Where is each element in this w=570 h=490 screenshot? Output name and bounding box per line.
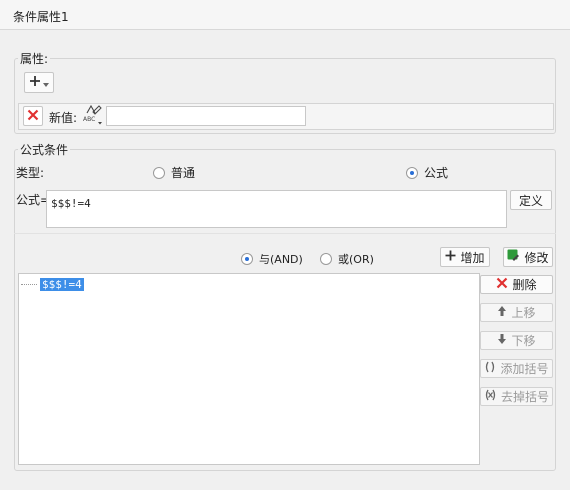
remove-bracket-label: 去掉括号 xyxy=(500,390,549,404)
divider xyxy=(14,233,556,234)
dropdown-arrow-icon xyxy=(43,76,49,90)
move-up-button[interactable]: 上移 xyxy=(480,303,553,322)
tree-line xyxy=(21,284,37,285)
logic-radio-or-label: 或(OR) xyxy=(338,253,374,266)
add-condition-label: 增加 xyxy=(460,250,485,265)
type-radio-normal-label: 普通 xyxy=(171,166,196,180)
type-radio-formula[interactable]: 公式 xyxy=(406,164,448,181)
move-down-label: 下移 xyxy=(511,334,536,348)
remove-bracket-icon xyxy=(484,389,497,404)
formula-input[interactable]: $$$!=4 xyxy=(46,190,507,228)
add-condition-button[interactable]: 增加 xyxy=(440,247,490,267)
red-x-icon xyxy=(496,277,508,292)
add-property-button[interactable] xyxy=(24,72,54,93)
add-bracket-button[interactable]: 添加括号 xyxy=(480,359,553,378)
new-value-label: 新值: xyxy=(49,111,78,125)
delete-property-button[interactable] xyxy=(23,106,43,126)
define-button[interactable]: 定义 xyxy=(510,190,552,210)
radio-button[interactable] xyxy=(320,253,332,265)
property-group-label: 属性: xyxy=(18,50,51,67)
radio-button[interactable] xyxy=(153,166,165,179)
logic-radio-or[interactable]: 或(OR) xyxy=(320,251,374,267)
delete-condition-button[interactable]: 删除 xyxy=(480,275,553,294)
logic-radio-and-label: 与(AND) xyxy=(259,253,303,266)
radio-button[interactable] xyxy=(406,166,418,179)
abc-text-type-icon: ABC xyxy=(82,104,104,129)
modify-icon xyxy=(507,249,520,265)
formula-value: $$$!=4 xyxy=(51,197,91,210)
modify-condition-label: 修改 xyxy=(524,250,549,265)
arrow-down-icon xyxy=(497,333,507,348)
bracket-icon xyxy=(484,361,496,376)
modify-condition-button[interactable]: 修改 xyxy=(503,247,553,267)
remove-bracket-button[interactable]: 去掉括号 xyxy=(480,387,553,406)
move-down-button[interactable]: 下移 xyxy=(480,331,553,350)
condition-list[interactable]: $$$!=4 xyxy=(18,273,480,465)
arrow-up-icon xyxy=(497,305,507,320)
title-bar: 条件属性1 xyxy=(0,0,570,30)
radio-button[interactable] xyxy=(241,253,253,265)
type-label: 类型: xyxy=(16,166,45,180)
red-x-icon xyxy=(27,109,39,124)
logic-radio-and[interactable]: 与(AND) xyxy=(241,251,303,267)
formula-label: 公式= xyxy=(16,193,51,207)
formula-condition-group-label: 公式条件 xyxy=(18,141,71,158)
delete-condition-label: 删除 xyxy=(512,278,537,292)
plus-icon xyxy=(29,75,41,90)
condition-text: $$$!=4 xyxy=(40,278,84,291)
add-bracket-label: 添加括号 xyxy=(500,362,549,376)
value-type-button[interactable]: ABC xyxy=(82,104,104,126)
type-radio-normal[interactable]: 普通 xyxy=(153,164,195,181)
plus-icon xyxy=(445,250,456,264)
new-value-input[interactable] xyxy=(106,106,306,126)
define-button-label: 定义 xyxy=(518,193,543,208)
condition-item[interactable]: $$$!=4 xyxy=(21,277,84,292)
svg-text:ABC: ABC xyxy=(83,116,95,123)
window-title: 条件属性1 xyxy=(13,10,69,24)
move-up-label: 上移 xyxy=(511,306,536,320)
type-radio-formula-label: 公式 xyxy=(424,166,449,180)
